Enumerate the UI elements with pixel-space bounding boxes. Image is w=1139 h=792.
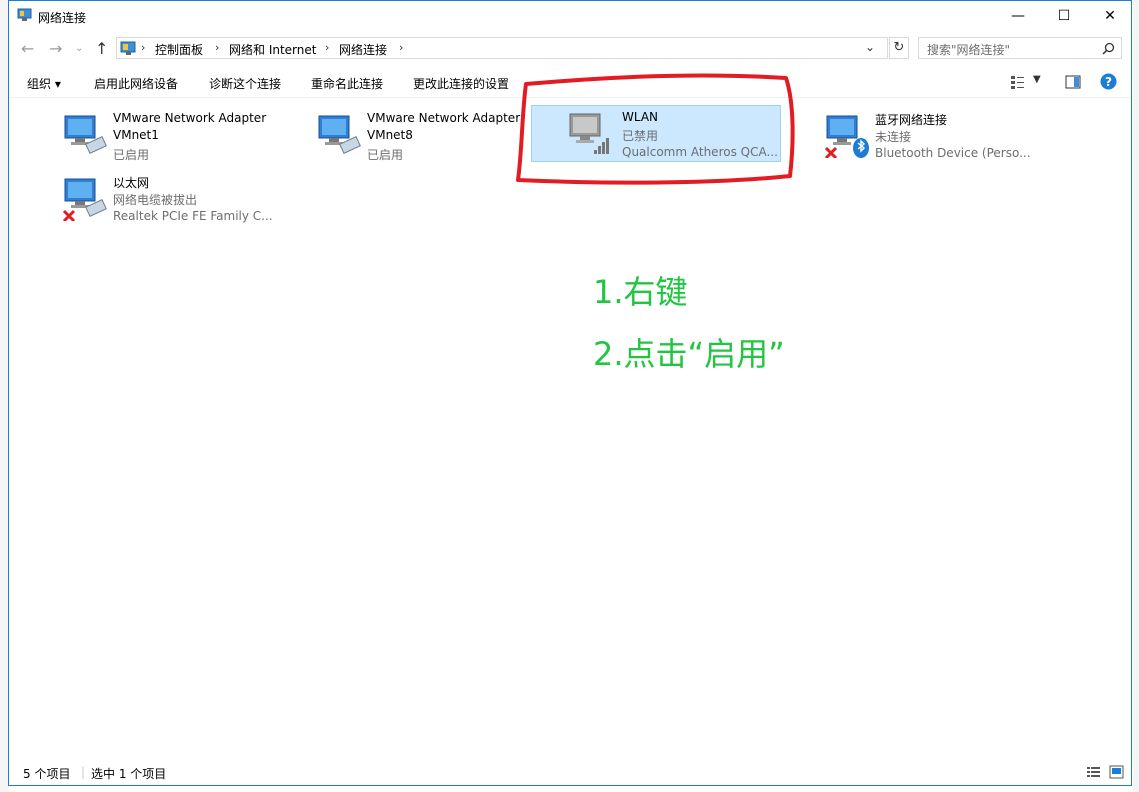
close-button[interactable]: ✕ [1087,1,1133,31]
network-adapter-icon [64,115,107,154]
list-item-wlan[interactable]: WLAN 已禁用 Qualcomm Atheros QCA... [531,105,781,162]
annotation-step2: 2.点击“启用” [593,335,785,373]
network-adapter-icon [318,115,361,154]
back-arrow-icon[interactable]: ← [21,39,34,58]
maximize-button[interactable]: ☐ [1041,1,1087,31]
list-item-vmnet1[interactable]: VMware Network Adapter VMnet1 已启用 [57,102,307,162]
breadcrumb-separator-icon: › [141,41,146,54]
item-status: 已启用 [367,148,404,162]
item-status: Bluetooth Device (Perso... [875,146,1031,160]
preview-pane-icon[interactable] [1065,75,1081,89]
rename-button[interactable]: 重命名此连接 [311,75,383,92]
recent-dropdown-icon[interactable]: ⌄ [75,43,83,54]
diagnose-button[interactable]: 诊断这个连接 [209,75,281,92]
address-dropdown-icon[interactable]: ⌄ [865,40,875,54]
minimize-button[interactable]: — [995,1,1041,31]
list-item-vmnet8[interactable]: VMware Network Adapter VMnet8 已启用 [311,102,561,162]
item-subname: VMnet8 [367,128,413,142]
item-name: 蓝牙网络连接 [875,113,948,127]
annotation-step1: 1.右键 [593,273,688,311]
breadcrumb-separator-icon: › [325,41,330,54]
refresh-icon[interactable]: ↻ [889,37,909,59]
item-subname: 网络电缆被拔出 [113,193,198,207]
breadcrumb-network-connections[interactable]: 网络连接 [339,41,387,58]
organize-menu[interactable]: 组织 ▾ [27,75,61,92]
search-icon[interactable] [1102,42,1115,55]
item-subname: 未连接 [875,130,912,144]
breadcrumb-network-internet[interactable]: 网络和 Internet [229,41,316,58]
item-count: 5 个项目 [23,767,71,781]
ethernet-adapter-icon [62,178,107,221]
wlan-adapter-icon [569,113,609,154]
background-right-strip [1133,0,1139,792]
list-item-bluetooth[interactable]: 蓝牙网络连接 未连接 Bluetooth Device (Perso... [819,102,1069,160]
status-divider: | [81,765,86,779]
large-icons-view-icon[interactable] [1109,765,1124,779]
address-bar[interactable]: › 控制面板 › 网络和 Internet › 网络连接 › ⌄ [116,37,888,59]
forward-arrow-icon[interactable]: → [49,39,62,58]
control-panel-icon [120,41,136,55]
control-panel-icon [17,8,32,21]
status-bar: 5 个项目 | 选中 1 个项目 [9,759,1131,785]
item-status: Realtek PCIe FE Family C... [113,209,273,223]
search-input[interactable]: 搜索"网络连接" [918,37,1122,59]
item-status: 已启用 [113,148,150,162]
change-settings-button[interactable]: 更改此连接的设置 [413,75,509,92]
selection-count: 选中 1 个项目 [91,767,167,781]
search-placeholder: 搜索"网络连接" [927,43,1011,57]
up-arrow-icon[interactable]: ↑ [95,39,108,58]
list-item-ethernet[interactable]: 以太网 网络电缆被拔出 Realtek PCIe FE Family C... [57,165,307,223]
title-bar: 网络连接 — ☐ ✕ [9,1,1131,31]
breadcrumb-control-panel[interactable]: 控制面板 [155,41,203,58]
help-icon[interactable]: ? [1100,73,1117,90]
enable-device-button[interactable]: 启用此网络设备 [94,75,178,92]
breadcrumb-separator-icon: › [215,41,220,54]
item-name: VMware Network Adapter [367,111,521,125]
item-name: VMware Network Adapter [113,111,267,125]
item-status: Qualcomm Atheros QCA... [622,145,778,159]
window-title: 网络连接 [38,11,87,25]
details-view-icon[interactable] [1086,765,1101,779]
item-name: WLAN [622,110,659,124]
breadcrumb-separator-icon: › [399,41,404,54]
command-bar: 组织 ▾ 启用此网络设备 诊断这个连接 重命名此连接 更改此连接的设置 ▼ ? [9,67,1131,98]
explorer-window: 网络连接 — ☐ ✕ ← → ⌄ ↑ › 控制面板 › 网络和 Internet… [8,0,1132,786]
item-name: 以太网 [113,176,150,190]
view-dropdown-icon[interactable]: ▼ [1033,74,1041,85]
view-options-icon[interactable] [1010,74,1026,90]
bluetooth-adapter-icon [824,115,869,158]
svg-text:?: ? [1105,75,1112,89]
item-subname: 已禁用 [622,129,659,143]
item-subname: VMnet1 [113,128,159,142]
